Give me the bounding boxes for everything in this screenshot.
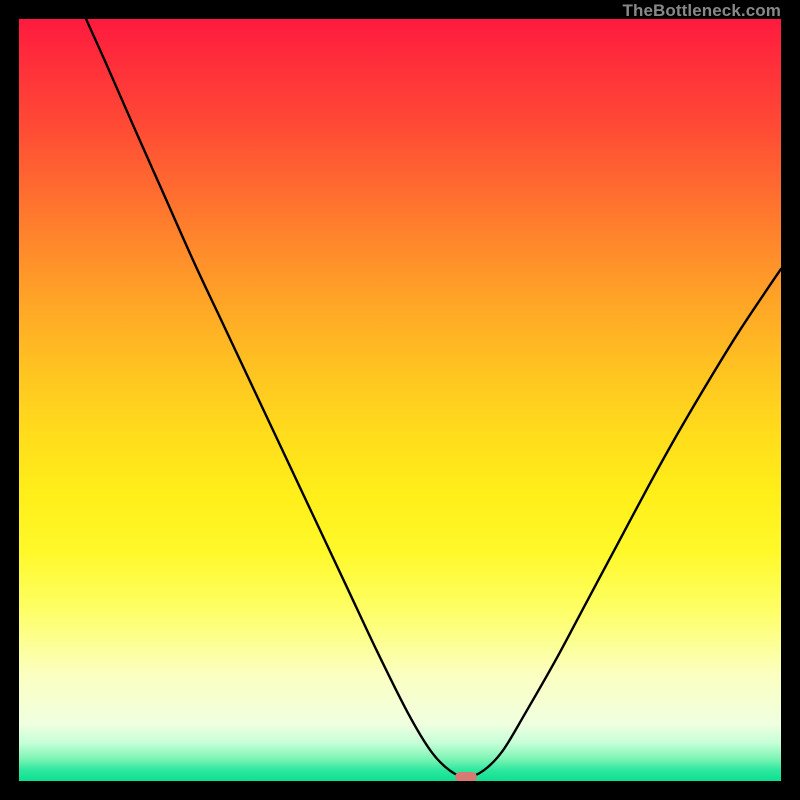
- plot-area: [19, 19, 781, 781]
- watermark-text: TheBottleneck.com: [622, 1, 781, 21]
- bottleneck-curve-path: [86, 19, 781, 777]
- bottleneck-chart: TheBottleneck.com: [0, 0, 800, 800]
- curve-layer: [19, 19, 781, 781]
- minimum-marker: [455, 772, 477, 781]
